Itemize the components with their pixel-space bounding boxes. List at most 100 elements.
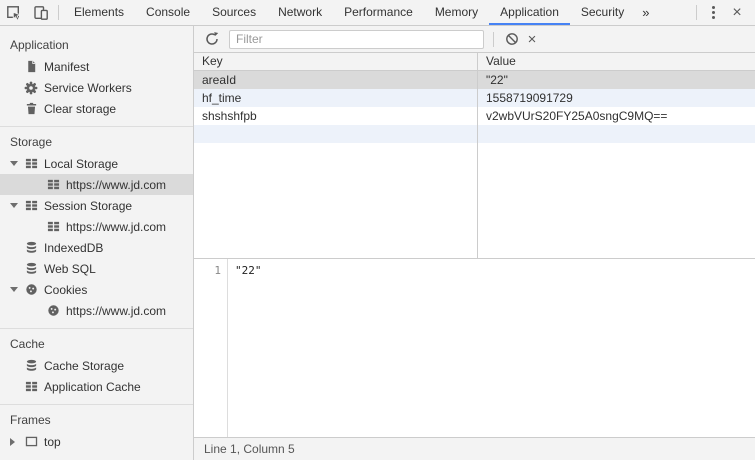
key-cell: shshshfpb bbox=[194, 107, 478, 125]
inspect-cursor-icon bbox=[6, 5, 22, 21]
filter-input[interactable] bbox=[229, 30, 484, 49]
sidebar-item-manifest[interactable]: Manifest bbox=[0, 56, 193, 77]
tab-performance[interactable]: Performance bbox=[333, 0, 424, 25]
key-cell: hf_time bbox=[194, 89, 478, 107]
table-row-shshshfpb[interactable]: shshshfpb v2wbVUrS20FY25A0sngC9MQ== bbox=[194, 107, 755, 125]
sidebar-item-label: https://www.jd.com bbox=[66, 178, 166, 192]
close-devtools-button[interactable]: × bbox=[725, 0, 749, 25]
table-icon bbox=[46, 178, 60, 192]
sidebar-item-indexeddb[interactable]: IndexedDB bbox=[0, 237, 193, 258]
application-sidebar: Application Manifest bbox=[0, 26, 194, 460]
toolbar-separator bbox=[493, 32, 494, 47]
inspect-element-button[interactable] bbox=[0, 0, 27, 25]
refresh-button[interactable] bbox=[202, 29, 222, 49]
device-toolbar-icon bbox=[33, 5, 49, 21]
table-icon bbox=[24, 380, 38, 394]
sidebar-item-clear-storage[interactable]: Clear storage bbox=[0, 98, 193, 119]
sidebar-item-label: Web SQL bbox=[44, 262, 96, 276]
tab-memory[interactable]: Memory bbox=[424, 0, 489, 25]
sidebar-item-session-storage-jd[interactable]: https://www.jd.com bbox=[0, 216, 193, 237]
sidebar-item-label: Manifest bbox=[44, 60, 89, 74]
sidebar-item-cookies-jd[interactable]: https://www.jd.com bbox=[0, 300, 193, 321]
delete-selected-button[interactable] bbox=[502, 29, 522, 49]
preview-statusbar: Line 1, Column 5 bbox=[194, 437, 755, 460]
sidebar-section-cache: Cache Cache Storage bbox=[0, 328, 193, 404]
database-icon bbox=[24, 241, 38, 255]
sidebar-item-service-workers[interactable]: Service Workers bbox=[0, 77, 193, 98]
sidebar-item-label: Service Workers bbox=[44, 81, 132, 95]
sidebar-item-label: https://www.jd.com bbox=[66, 220, 166, 234]
tab-security[interactable]: Security bbox=[570, 0, 635, 25]
sidebar-item-local-storage[interactable]: Local Storage bbox=[0, 153, 193, 174]
toolbar-separator bbox=[696, 5, 697, 20]
table-row-areaid[interactable]: areaId "22" bbox=[194, 71, 755, 89]
cookie-icon bbox=[24, 283, 38, 297]
sidebar-item-cache-storage[interactable]: Cache Storage bbox=[0, 355, 193, 376]
sidebar-item-web-sql[interactable]: Web SQL bbox=[0, 258, 193, 279]
sidebar-section-frames: Frames top bbox=[0, 404, 193, 459]
sidebar-item-cookies[interactable]: Cookies bbox=[0, 279, 193, 300]
section-title-frames: Frames bbox=[0, 409, 193, 431]
clear-x-icon: × bbox=[528, 31, 537, 48]
table-icon bbox=[24, 199, 38, 213]
storage-toolbar: × bbox=[194, 26, 755, 53]
table-icon bbox=[46, 220, 60, 234]
value-cell: v2wbVUrS20FY25A0sngC9MQ== bbox=[478, 107, 755, 125]
tab-sources[interactable]: Sources bbox=[201, 0, 267, 25]
key-cell: areaId bbox=[194, 71, 478, 89]
sidebar-item-application-cache[interactable]: Application Cache bbox=[0, 376, 193, 397]
table-row-hf-time[interactable]: hf_time 1558719091729 bbox=[194, 89, 755, 107]
line-number: 1 bbox=[214, 264, 221, 277]
chevron-right-icon[interactable] bbox=[10, 438, 24, 446]
tabbar-right-controls: × bbox=[692, 0, 755, 25]
devtools-tabbar: Elements Console Sources Network Perform… bbox=[0, 0, 755, 26]
table-empty-area[interactable] bbox=[194, 143, 755, 258]
chevron-down-icon[interactable] bbox=[10, 287, 24, 292]
cursor-position-text: Line 1, Column 5 bbox=[204, 442, 295, 456]
clear-all-button[interactable]: × bbox=[522, 29, 542, 49]
sidebar-item-label: Application Cache bbox=[44, 380, 141, 394]
more-options-button[interactable] bbox=[701, 0, 725, 25]
chevron-down-icon[interactable] bbox=[10, 161, 24, 166]
sidebar-item-label: top bbox=[44, 435, 61, 449]
column-header-key[interactable]: Key bbox=[194, 53, 478, 70]
table-icon bbox=[24, 157, 38, 171]
table-row-empty[interactable] bbox=[194, 125, 755, 143]
column-header-value[interactable]: Value bbox=[478, 53, 755, 70]
devtools-window: Elements Console Sources Network Perform… bbox=[0, 0, 755, 460]
section-title-storage: Storage bbox=[0, 131, 193, 153]
sidebar-item-label: Local Storage bbox=[44, 157, 118, 171]
sidebar-section-storage: Storage Local Storage bbox=[0, 126, 193, 328]
tab-network[interactable]: Network bbox=[267, 0, 333, 25]
device-toolbar-button[interactable] bbox=[27, 0, 54, 25]
refresh-icon bbox=[204, 31, 220, 47]
toolbar-separator bbox=[58, 5, 59, 20]
trash-icon bbox=[24, 102, 38, 116]
frame-icon bbox=[24, 435, 38, 449]
value-cell: 1558719091729 bbox=[478, 89, 755, 107]
tab-elements[interactable]: Elements bbox=[63, 0, 135, 25]
sidebar-item-session-storage[interactable]: Session Storage bbox=[0, 195, 193, 216]
sidebar-item-label: https://www.jd.com bbox=[66, 304, 166, 318]
sidebar-item-label: Session Storage bbox=[44, 199, 132, 213]
sidebar-item-local-storage-jd[interactable]: https://www.jd.com bbox=[0, 174, 193, 195]
document-icon bbox=[24, 60, 38, 74]
storage-table-body: areaId "22" hf_time 1558719091729 shshsh… bbox=[194, 71, 755, 258]
value-cell: "22" bbox=[478, 71, 755, 89]
chevron-down-icon[interactable] bbox=[10, 203, 24, 208]
sidebar-item-label: Cache Storage bbox=[44, 359, 124, 373]
sidebar-item-label: IndexedDB bbox=[44, 241, 103, 255]
sidebar-item-top-frame[interactable]: top bbox=[0, 431, 193, 452]
sidebar-item-label: Clear storage bbox=[44, 102, 116, 116]
tab-console[interactable]: Console bbox=[135, 0, 201, 25]
value-preview-pane: 1 "22" bbox=[194, 258, 755, 437]
database-icon bbox=[24, 359, 38, 373]
tab-application[interactable]: Application bbox=[489, 0, 570, 25]
panel-tabs: Elements Console Sources Network Perform… bbox=[63, 0, 635, 25]
storage-table-header: Key Value bbox=[194, 53, 755, 71]
local-storage-panel: × Key Value areaId "22" hf_time 15587190… bbox=[194, 26, 755, 460]
more-tabs-chevron[interactable]: » bbox=[635, 0, 656, 25]
preview-code: "22" bbox=[228, 259, 262, 437]
gear-icon bbox=[24, 81, 38, 95]
sidebar-item-label: Cookies bbox=[44, 283, 87, 297]
